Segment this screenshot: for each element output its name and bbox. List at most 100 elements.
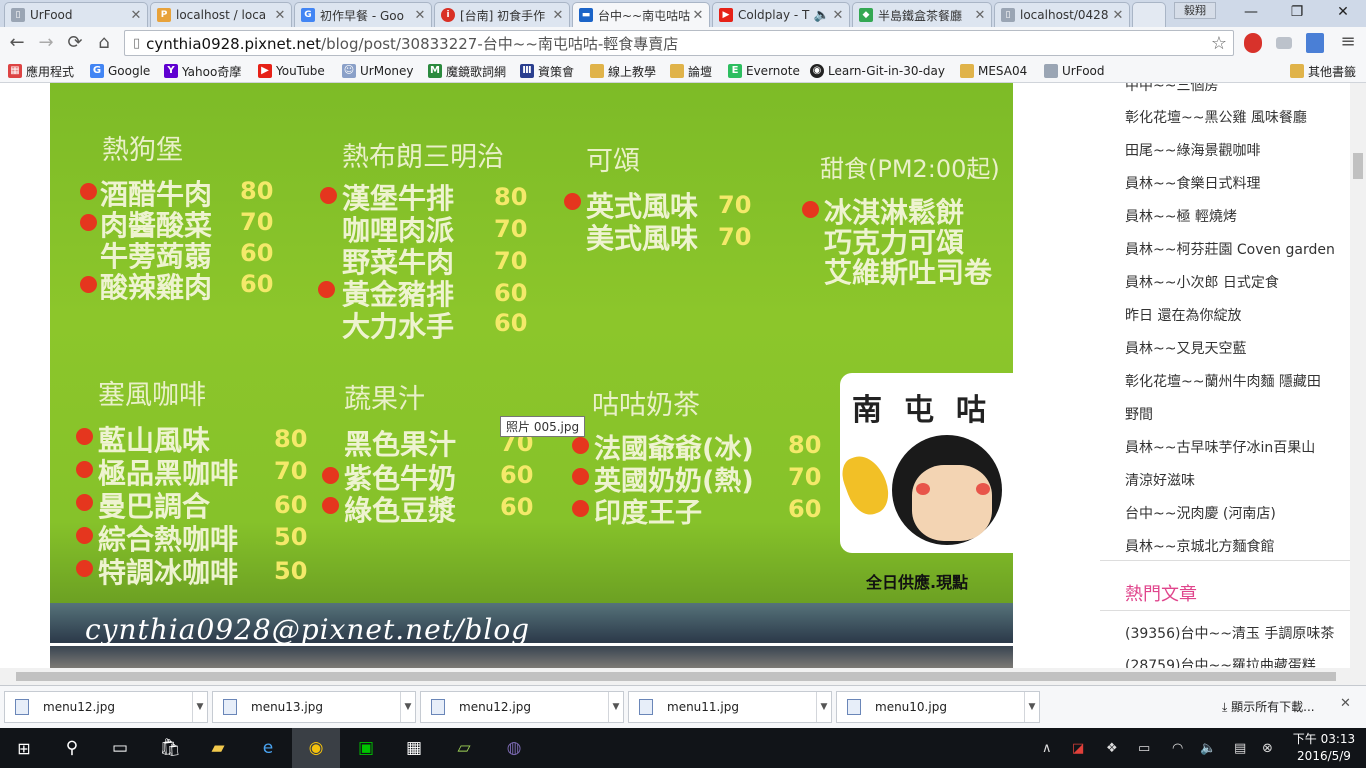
- tab-0[interactable]: ▯ UrFood ✕: [4, 2, 148, 27]
- tab-6[interactable]: ◆ 半島鐵盒茶餐廳 ✕: [852, 2, 992, 27]
- url-text[interactable]: cynthia0928.pixnet.net/blog/post/3083322…: [146, 33, 678, 54]
- bookmark-folder-tutorials[interactable]: 線上教學: [590, 60, 656, 82]
- extension-adblock-icon[interactable]: [1244, 33, 1262, 53]
- menu-icon[interactable]: ≡: [1340, 31, 1356, 55]
- bookmark-mojim[interactable]: M 魔鏡歌詞網: [428, 60, 506, 82]
- sidebar-post-link[interactable]: 彰化花壇~~蘭州牛肉麵 隱藏田: [1125, 371, 1321, 391]
- sidebar-post-link[interactable]: 員林~~柯芬莊園 Coven garden: [1125, 239, 1335, 259]
- tab-5[interactable]: ▶ Coldplay - T 🔈 ✕: [712, 2, 850, 27]
- sidebar-post-link[interactable]: 清涼好滋味: [1125, 470, 1195, 490]
- sidebar-post-link[interactable]: 田尾~~綠海景觀咖啡: [1125, 140, 1260, 160]
- vertical-scrollbar[interactable]: [1350, 83, 1366, 668]
- bookmark-folder-mesa04[interactable]: MESA04: [960, 60, 1027, 82]
- sidebar-post-link[interactable]: 昨日 還在為你綻放: [1125, 305, 1241, 325]
- taskbar-line[interactable]: ▣: [342, 728, 390, 768]
- hot-post-link[interactable]: (28759)台中~~羅拉曲藏蛋糕: [1125, 655, 1316, 668]
- tray-chevron-icon[interactable]: ∧: [1042, 728, 1052, 768]
- taskbar-eclipse[interactable]: ◍: [490, 728, 538, 768]
- close-icon[interactable]: ✕: [551, 8, 565, 23]
- download-item[interactable]: menu13.jpg ▼: [212, 691, 416, 723]
- close-icon[interactable]: ✕: [413, 8, 427, 23]
- taskbar-internet-explorer[interactable]: e: [244, 728, 292, 768]
- bookmark-urmoney[interactable]: ☺ UrMoney: [342, 60, 414, 82]
- forward-button[interactable]: →: [33, 31, 59, 55]
- sidebar-post-link[interactable]: 台中~~況肉慶 (河南店): [1125, 503, 1276, 523]
- sidebar-post-link[interactable]: 中中~~三個房: [1125, 83, 1218, 95]
- show-all-downloads-link[interactable]: ⤓ 顯示所有下載...: [1222, 698, 1315, 715]
- taskbar-calculator[interactable]: ▦: [390, 728, 438, 768]
- chevron-down-icon[interactable]: ▼: [192, 692, 207, 722]
- close-icon[interactable]: ✕: [1340, 696, 1351, 711]
- sidebar-post-link[interactable]: 員林~~小次郎 日式定食: [1125, 272, 1279, 292]
- tab-1[interactable]: P localhost / loca ✕: [150, 2, 292, 27]
- minimize-button[interactable]: —: [1228, 0, 1274, 24]
- bookmark-iii[interactable]: Ⅲ 資策會: [520, 60, 574, 82]
- sidebar-post-link[interactable]: 員林~~京城北方麵食館: [1125, 536, 1274, 556]
- chevron-down-icon[interactable]: ▼: [1024, 692, 1039, 722]
- scrollbar-thumb[interactable]: [16, 672, 1336, 681]
- chevron-down-icon[interactable]: ▼: [608, 692, 623, 722]
- tray-volume-icon[interactable]: 🔈: [1200, 728, 1216, 768]
- chevron-down-icon[interactable]: ▼: [816, 692, 831, 722]
- download-item[interactable]: menu11.jpg ▼: [628, 691, 832, 723]
- new-tab-button[interactable]: [1132, 2, 1166, 27]
- bookmark-folder-forum[interactable]: 論壇: [670, 60, 712, 82]
- user-profile-badge[interactable]: 毅翔: [1174, 2, 1216, 19]
- taskbar-clock[interactable]: 下午 03:13 2016/5/9: [1288, 731, 1360, 765]
- bookmark-evernote[interactable]: E Evernote: [728, 60, 800, 82]
- chevron-down-icon[interactable]: ▼: [400, 692, 415, 722]
- bookmark-google[interactable]: G Google: [90, 60, 150, 82]
- sidebar-post-link[interactable]: 野間: [1125, 404, 1153, 424]
- bookmark-youtube[interactable]: ▶ YouTube: [258, 60, 325, 82]
- taskbar-store[interactable]: 🛍: [146, 728, 194, 768]
- hot-post-link[interactable]: (39356)台中~~清玉 手調原味茶: [1125, 623, 1334, 643]
- start-button[interactable]: ⊞: [0, 728, 48, 768]
- close-icon[interactable]: ✕: [273, 8, 287, 23]
- tray-notification-icon[interactable]: ⊗: [1262, 728, 1273, 768]
- reload-button[interactable]: ⟳: [62, 31, 88, 55]
- extension-camera-icon[interactable]: [1276, 37, 1292, 49]
- bookmark-yahoo[interactable]: Y Yahoo奇摩: [164, 60, 241, 82]
- tray-app-icon[interactable]: ◪: [1072, 728, 1084, 768]
- close-window-button[interactable]: ✕: [1320, 0, 1366, 24]
- bookmark-apps[interactable]: ▦ 應用程式: [8, 60, 74, 82]
- tab-4-active[interactable]: ▬ 台中~~南屯咕咕 ✕: [572, 2, 710, 27]
- taskbar-photos[interactable]: ▱: [440, 728, 488, 768]
- address-bar[interactable]: ▯ cynthia0928.pixnet.net/blog/post/30833…: [124, 30, 1234, 56]
- bookmark-learn-git[interactable]: ◉ Learn-Git-in-30-day: [810, 60, 945, 82]
- download-item[interactable]: menu12.jpg ▼: [420, 691, 624, 723]
- download-item[interactable]: menu10.jpg ▼: [836, 691, 1040, 723]
- star-icon[interactable]: ☆: [1211, 33, 1227, 54]
- close-icon[interactable]: ✕: [1111, 8, 1125, 23]
- horizontal-scrollbar[interactable]: [0, 668, 1366, 685]
- task-view-button[interactable]: ▭: [96, 728, 144, 768]
- search-button[interactable]: ⚲: [48, 728, 96, 768]
- home-button[interactable]: ⌂: [91, 31, 117, 55]
- close-icon[interactable]: ✕: [831, 8, 845, 23]
- bookmark-urfood[interactable]: UrFood: [1044, 60, 1105, 82]
- menu-board-photo[interactable]: 熱狗堡 酒醋牛肉 80 肉醬酸菜 70 牛蒡蒟蒻 60 酸辣雞肉 60 熱布朗三…: [50, 83, 1013, 668]
- tab-2[interactable]: G 初作早餐 - Goo ✕: [294, 2, 432, 27]
- tab-7[interactable]: ▯ localhost/0428 ✕: [994, 2, 1130, 27]
- tray-ime-icon[interactable]: ▤: [1234, 728, 1246, 768]
- speaker-icon[interactable]: 🔈: [813, 8, 831, 23]
- scrollbar-thumb[interactable]: [1353, 153, 1363, 179]
- tray-dropbox-icon[interactable]: ❖: [1106, 728, 1118, 768]
- bookmark-other[interactable]: 其他書籤: [1290, 60, 1356, 82]
- tray-battery-icon[interactable]: ▭: [1138, 728, 1150, 768]
- tray-wifi-icon[interactable]: ◠: [1172, 728, 1183, 768]
- tab-3[interactable]: i [台南] 初食手作 ✕: [434, 2, 570, 27]
- maximize-button[interactable]: ❐: [1274, 0, 1320, 24]
- taskbar-file-explorer[interactable]: ▰: [194, 728, 242, 768]
- sidebar-post-link[interactable]: 員林~~食樂日式料理: [1125, 173, 1260, 193]
- page-info-icon[interactable]: ▯: [133, 36, 140, 51]
- close-icon[interactable]: ✕: [691, 8, 705, 23]
- sidebar-post-link[interactable]: 員林~~極 輕燒烤: [1125, 206, 1237, 226]
- close-icon[interactable]: ✕: [973, 8, 987, 23]
- taskbar-chrome[interactable]: ◉: [292, 728, 340, 768]
- back-button[interactable]: ←: [4, 31, 30, 55]
- close-icon[interactable]: ✕: [129, 8, 143, 23]
- sidebar-post-link[interactable]: 員林~~古早味芋仔冰in百果山: [1125, 437, 1315, 457]
- sidebar-post-link[interactable]: 彰化花壇~~黑公雞 風味餐廳: [1125, 107, 1307, 127]
- sidebar-post-link[interactable]: 員林~~又見天空藍: [1125, 338, 1246, 358]
